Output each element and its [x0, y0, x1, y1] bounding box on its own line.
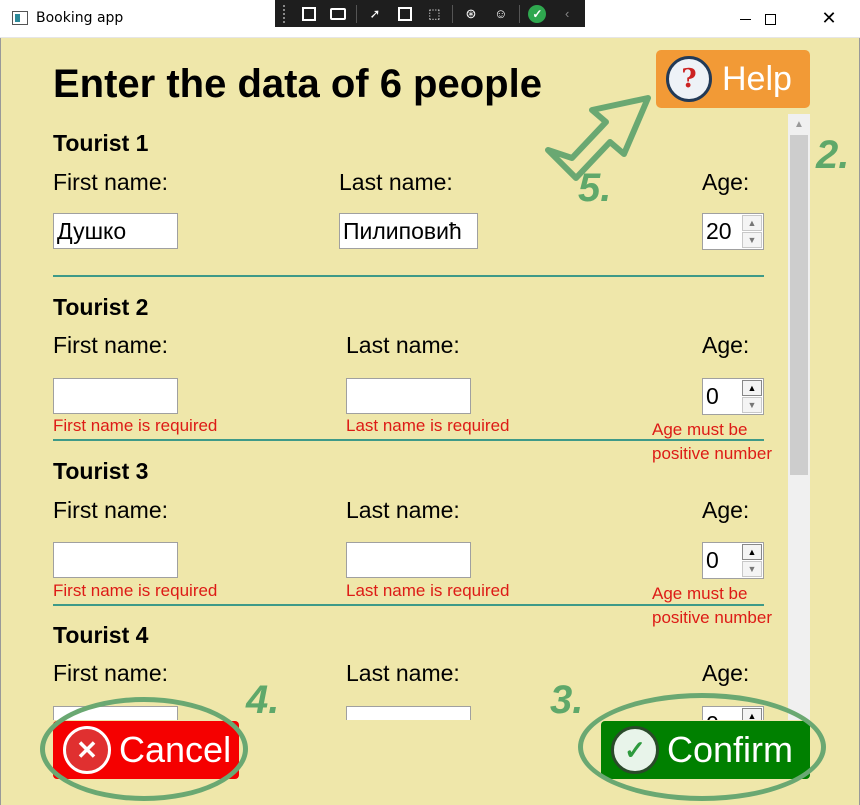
maximize-button[interactable]: [747, 0, 793, 38]
section-divider: [53, 275, 764, 277]
annotation-number-5: 5.: [578, 166, 612, 210]
first-name-field[interactable]: [53, 542, 178, 578]
annotation-number-3: 3.: [550, 678, 584, 722]
first-name-error: First name is required: [53, 416, 218, 435]
hot-reload-check-icon[interactable]: ✓: [526, 4, 550, 24]
tourist-heading: Tourist 1: [53, 130, 149, 156]
age-label: Age:: [702, 169, 750, 195]
age-decrement-button[interactable]: ▼: [742, 232, 762, 248]
tourist-heading: Tourist 4: [53, 622, 149, 648]
help-question-icon: ?: [666, 56, 712, 102]
first-name-label: First name:: [53, 497, 169, 523]
age-increment-button[interactable]: ▲: [742, 380, 762, 396]
track-focused-element-icon[interactable]: ⬚: [423, 4, 447, 24]
age-value: 20: [706, 218, 732, 244]
app-window-icon: [12, 11, 28, 25]
close-button[interactable]: ✕: [806, 0, 852, 38]
tourist-form-scroll-area[interactable]: Tourist 1 First name: Last name: Age: 20…: [1, 114, 791, 720]
age-value: 0: [706, 547, 719, 573]
annotation-number-4: 4.: [246, 678, 280, 722]
title-bar: Booking app ➚ ⬚ ⊛ ☺ ✓ ‹ ✕: [0, 0, 860, 38]
scrollbar-thumb[interactable]: [790, 135, 808, 475]
age-increment-button[interactable]: ▲: [742, 215, 762, 231]
tourist-heading: Tourist 3: [53, 458, 149, 484]
client-area: Enter the data of 6 people ? Help Touris…: [0, 38, 860, 805]
age-label: Age:: [702, 332, 750, 358]
last-name-error: Last name is required: [346, 581, 510, 600]
first-name-field[interactable]: [53, 378, 178, 414]
last-name-label: Last name:: [339, 169, 453, 195]
section-divider: [53, 604, 764, 606]
age-label: Age:: [702, 497, 750, 523]
select-element-icon[interactable]: ➚: [363, 4, 387, 24]
last-name-error: Last name is required: [346, 416, 510, 435]
help-button[interactable]: ? Help: [656, 50, 810, 108]
close-icon: ✕: [821, 8, 837, 29]
last-name-field[interactable]: [339, 213, 478, 249]
first-name-error: First name is required: [53, 581, 218, 600]
collapse-toolbar-icon[interactable]: ‹: [555, 4, 579, 24]
first-name-field[interactable]: [53, 213, 178, 249]
last-name-field[interactable]: [346, 542, 471, 578]
maximize-icon: [764, 13, 776, 25]
last-name-label: Last name:: [346, 332, 460, 358]
age-increment-button[interactable]: ▲: [742, 544, 762, 560]
toolbar-separator: [356, 4, 358, 23]
last-name-label: Last name:: [346, 660, 460, 686]
tourist-section: Tourist 3 First name: Last name: Age: 0 …: [1, 458, 791, 627]
first-name-label: First name:: [53, 169, 169, 195]
debug-toolbar: ➚ ⬚ ⊛ ☺ ✓ ‹: [275, 0, 585, 27]
video-camera-icon[interactable]: [326, 4, 350, 24]
window-title: Booking app: [36, 10, 124, 26]
display-layout-adorners-icon[interactable]: [393, 4, 417, 24]
annotation-ring-confirm: [578, 693, 826, 801]
tourist-heading: Tourist 2: [53, 294, 149, 320]
binding-failures-icon[interactable]: ⊛: [459, 4, 483, 24]
age-stepper[interactable]: 20 ▲ ▼: [702, 213, 764, 250]
accessibility-icon[interactable]: ☺: [489, 4, 513, 24]
first-name-label: First name:: [53, 660, 169, 686]
first-name-label: First name:: [53, 332, 169, 358]
age-stepper[interactable]: 0 ▲ ▼: [702, 542, 764, 579]
toolbar-separator: [518, 4, 520, 23]
last-name-field[interactable]: [346, 706, 471, 720]
age-stepper[interactable]: 0 ▲ ▼: [702, 378, 764, 415]
age-label: Age:: [702, 660, 750, 686]
toolbar-grip-handle[interactable]: [283, 4, 289, 23]
scroll-up-arrow-icon[interactable]: ▲: [788, 114, 810, 134]
last-name-label: Last name:: [346, 497, 460, 523]
annotation-number-2: 2.: [816, 133, 850, 177]
help-button-label: Help: [722, 59, 792, 98]
last-name-field[interactable]: [346, 378, 471, 414]
live-visual-tree-icon[interactable]: [297, 4, 321, 24]
toolbar-separator: [452, 4, 454, 23]
tourist-section: Tourist 1 First name: Last name: Age: 20…: [1, 130, 791, 290]
age-error-line1: Age must be: [652, 584, 748, 603]
annotation-ring-cancel: [40, 697, 248, 801]
page-title: Enter the data of 6 people: [53, 62, 542, 106]
age-value: 0: [706, 383, 719, 409]
tourist-section: Tourist 2 First name: Last name: Age: 0 …: [1, 294, 791, 463]
age-decrement-button[interactable]: ▼: [742, 397, 762, 413]
age-decrement-button[interactable]: ▼: [742, 561, 762, 577]
vertical-scrollbar[interactable]: ▲: [788, 114, 810, 720]
age-error-line1: Age must be: [652, 420, 748, 439]
